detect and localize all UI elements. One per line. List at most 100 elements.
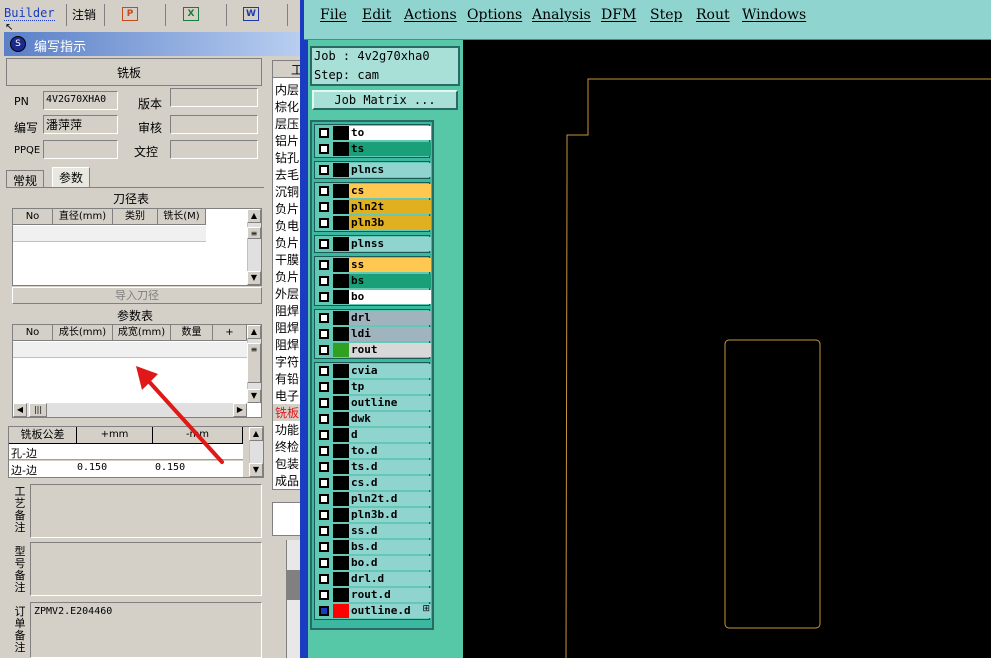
layer-name[interactable]: outline.d <box>349 604 431 618</box>
layer-color-swatch[interactable] <box>333 396 349 410</box>
expand-icon[interactable]: ⊞ <box>422 604 430 614</box>
layer-checkbox[interactable] <box>319 606 329 616</box>
layer-checkbox[interactable] <box>319 366 329 376</box>
layer-row[interactable]: bs <box>315 273 431 289</box>
logout-button[interactable]: 注销 <box>72 6 96 23</box>
menu-options[interactable]: Options <box>467 7 522 23</box>
process-list-item[interactable]: 功能 <box>275 421 299 438</box>
layer-row[interactable]: ldi <box>315 326 431 342</box>
layer-color-swatch[interactable] <box>333 588 349 602</box>
layer-checkbox[interactable] <box>319 526 329 536</box>
process-list-item[interactable]: 终检 <box>275 438 299 455</box>
layer-color-swatch[interactable] <box>333 142 349 156</box>
layer-checkbox[interactable] <box>319 276 329 286</box>
layer-row[interactable]: bs.d <box>315 539 431 555</box>
layer-row[interactable]: dwk <box>315 411 431 427</box>
layer-color-swatch[interactable] <box>333 200 349 214</box>
layer-row[interactable]: pln2t <box>315 199 431 215</box>
process-list-item[interactable]: 电子 <box>275 387 299 404</box>
layer-checkbox[interactable] <box>319 260 329 270</box>
layer-checkbox[interactable] <box>319 292 329 302</box>
menu-analysis[interactable]: Analysis <box>532 7 591 23</box>
layer-name[interactable]: bs <box>349 274 431 288</box>
layer-color-swatch[interactable] <box>333 364 349 378</box>
param-col-length[interactable]: 成长(mm) <box>53 325 113 341</box>
process-list-item[interactable]: 负电 <box>275 217 299 234</box>
tool-col-no[interactable]: No <box>13 209 53 225</box>
layer-name[interactable]: ss <box>349 258 431 272</box>
layer-checkbox[interactable] <box>319 462 329 472</box>
order-note-field[interactable]: ZPMV2.E204460 <box>30 602 262 658</box>
process-list-item[interactable]: 外层 <box>275 285 299 302</box>
layer-color-swatch[interactable] <box>333 412 349 426</box>
layer-color-swatch[interactable] <box>333 184 349 198</box>
layer-name[interactable]: bs.d <box>349 540 431 554</box>
tool-col-length[interactable]: 铣长(M) <box>158 209 206 225</box>
menu-step[interactable]: Step <box>650 7 682 23</box>
scroll-thumb[interactable]: ||| <box>29 403 47 417</box>
tolerance-scrollbar[interactable]: ▲ ▼ <box>249 427 263 477</box>
scroll-up-icon[interactable]: ▲ <box>247 325 261 339</box>
excel-icon[interactable]: X <box>183 7 199 21</box>
layer-name[interactable]: cs <box>349 184 431 198</box>
layer-row[interactable]: cvia <box>315 363 431 379</box>
layer-list[interactable]: to ts plncs cs pln2t pln3b plnss ss bs bo drl ldi ro… <box>310 120 434 630</box>
layer-color-swatch[interactable] <box>333 290 349 304</box>
layer-checkbox[interactable] <box>319 144 329 154</box>
layer-checkbox[interactable] <box>319 202 329 212</box>
layer-checkbox[interactable] <box>319 430 329 440</box>
menu-rout[interactable]: Rout <box>696 7 730 23</box>
layer-color-swatch[interactable] <box>333 126 349 140</box>
layer-row[interactable]: pln2t.d <box>315 491 431 507</box>
layer-row[interactable]: ss.d <box>315 523 431 539</box>
layer-name[interactable]: pln2t <box>349 200 431 214</box>
review-field[interactable] <box>170 115 258 134</box>
layer-checkbox[interactable] <box>319 345 329 355</box>
job-matrix-button[interactable]: Job Matrix ... <box>312 90 458 110</box>
menu-file[interactable]: File <box>320 7 347 23</box>
menu-dfm[interactable]: DFM <box>601 7 636 23</box>
layer-color-swatch[interactable] <box>333 540 349 554</box>
layer-row[interactable]: bo.d <box>315 555 431 571</box>
scroll-down-icon[interactable]: ▼ <box>249 463 263 477</box>
layer-row[interactable]: ts <box>315 141 431 157</box>
scroll-left-icon[interactable]: ◀ <box>13 403 27 417</box>
layer-row[interactable]: ss <box>315 257 431 273</box>
layer-name[interactable]: pln3b.d <box>349 508 431 522</box>
layer-row[interactable]: bo <box>315 289 431 305</box>
powerpoint-icon[interactable]: P <box>122 7 138 21</box>
layer-checkbox[interactable] <box>319 558 329 568</box>
layer-checkbox[interactable] <box>319 239 329 249</box>
layer-name[interactable]: outline <box>349 396 431 410</box>
layer-name[interactable]: pln2t.d <box>349 492 431 506</box>
layer-color-swatch[interactable] <box>333 524 349 538</box>
layer-checkbox[interactable] <box>319 574 329 584</box>
layer-row[interactable]: plnss <box>315 236 431 252</box>
layer-name[interactable]: rout.d <box>349 588 431 602</box>
param-col-width[interactable]: 成宽(mm) <box>113 325 171 341</box>
layer-name[interactable]: drl.d <box>349 572 431 586</box>
process-list-item[interactable]: 字符 <box>275 353 299 370</box>
layer-name[interactable]: drl <box>349 311 431 325</box>
layer-color-swatch[interactable] <box>333 380 349 394</box>
layer-color-swatch[interactable] <box>333 492 349 506</box>
tolerance-col-name[interactable]: 铣板公差 <box>9 427 77 444</box>
layer-name[interactable]: pln3b <box>349 216 431 230</box>
menu-actions[interactable]: Actions <box>404 7 457 23</box>
layer-color-swatch[interactable] <box>333 311 349 325</box>
layer-name[interactable]: cvia <box>349 364 431 378</box>
process-list-item[interactable]: 阻焊 <box>275 319 299 336</box>
layer-row[interactable]: to <box>315 125 431 141</box>
layer-row[interactable]: drl.d <box>315 571 431 587</box>
scroll-thumb[interactable]: ≡ <box>247 343 261 383</box>
tab-general[interactable]: 常规 <box>6 170 45 188</box>
param-col-qty[interactable]: 数量 <box>171 325 213 341</box>
process-list-item[interactable]: 沉铜 <box>275 183 299 200</box>
process-list-item[interactable]: 阻焊 <box>275 302 299 319</box>
layer-checkbox[interactable] <box>319 382 329 392</box>
scroll-up-icon[interactable]: ▲ <box>249 427 263 441</box>
layer-row[interactable]: tp <box>315 379 431 395</box>
layer-checkbox[interactable] <box>319 313 329 323</box>
param-table-vscroll[interactable]: ▲ ≡ ▼ <box>247 325 261 403</box>
tolerance-plus-value[interactable]: 0.150 <box>77 462 107 473</box>
